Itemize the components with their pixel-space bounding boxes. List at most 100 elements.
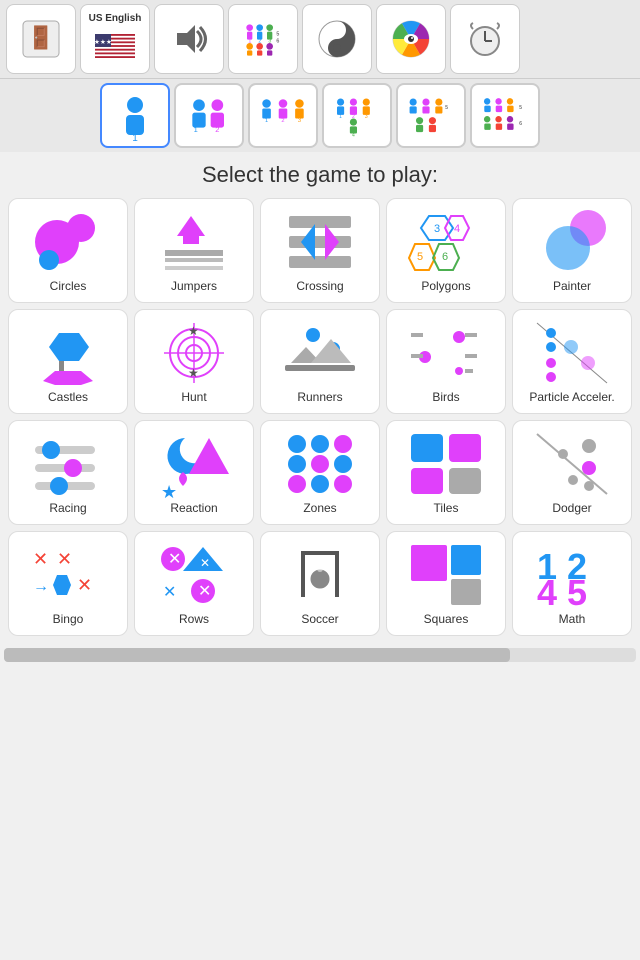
game-circles[interactable]: Circles	[8, 198, 128, 303]
dodger-icon	[532, 429, 612, 499]
svg-text:6: 6	[442, 251, 448, 263]
castles-label: Castles	[48, 390, 88, 404]
dodger-label: Dodger	[552, 501, 591, 515]
player-1234-button[interactable]: 1 2 3 4	[322, 83, 392, 148]
svg-text:1: 1	[339, 113, 342, 119]
svg-text:6: 6	[276, 38, 279, 44]
svg-text:✕: ✕	[168, 551, 181, 568]
scrollbar[interactable]	[4, 648, 636, 662]
game-runners[interactable]: Runners	[260, 309, 380, 414]
circles-label: Circles	[50, 279, 87, 293]
language-button[interactable]: US English ★★★	[80, 4, 150, 74]
racing-label: Racing	[49, 501, 86, 515]
language-text: US English	[89, 13, 142, 24]
sound-button[interactable]	[154, 4, 224, 74]
game-crossing[interactable]: Crossing	[260, 198, 380, 303]
player-123-button[interactable]: 1 2 3	[248, 83, 318, 148]
toolbar: 🚪 US English ★★★ 1	[0, 0, 640, 79]
game-squares[interactable]: Squares	[386, 531, 506, 636]
birds-icon	[406, 318, 486, 388]
reaction-icon: ★	[154, 429, 234, 499]
svg-text:3: 3	[365, 113, 368, 119]
particle-label: Particle Acceler.	[529, 390, 614, 404]
game-painter[interactable]: Painter	[512, 198, 632, 303]
tiles-icon	[406, 429, 486, 499]
game-zones[interactable]: Zones	[260, 420, 380, 525]
svg-text:✕: ✕	[200, 556, 210, 570]
jumpers-icon	[154, 207, 234, 277]
player-12-button[interactable]: 1 2	[174, 83, 244, 148]
circles-icon	[28, 207, 108, 277]
game-castles[interactable]: Castles	[8, 309, 128, 414]
jumpers-label: Jumpers	[171, 279, 217, 293]
svg-text:4 5: 4 5	[537, 572, 587, 609]
svg-text:5: 5	[276, 32, 279, 38]
game-birds[interactable]: Birds	[386, 309, 506, 414]
player-123456-button[interactable]: 5 6	[470, 83, 540, 148]
svg-text:5: 5	[519, 105, 522, 111]
game-tiles[interactable]: Tiles	[386, 420, 506, 525]
svg-text:→: →	[33, 578, 49, 595]
svg-text:★: ★	[161, 482, 177, 498]
alarm-button[interactable]	[450, 4, 520, 74]
svg-text:1: 1	[265, 118, 268, 124]
zones-icon	[280, 429, 360, 499]
zones-label: Zones	[303, 501, 336, 515]
squares-label: Squares	[424, 612, 469, 626]
soccer-icon	[280, 540, 360, 610]
game-math[interactable]: 1 2 4 5 Math	[512, 531, 632, 636]
svg-text:★: ★	[188, 324, 199, 338]
player-count-row: 1 1 2 1 2 3 1 2 3	[0, 79, 640, 152]
math-label: Math	[559, 612, 586, 626]
game-hunt[interactable]: ★ ★ Hunt	[134, 309, 254, 414]
bingo-label: Bingo	[53, 612, 84, 626]
exit-button[interactable]: 🚪	[6, 4, 76, 74]
polygons-label: Polygons	[421, 279, 470, 293]
player-12345-button[interactable]: 5	[396, 83, 466, 148]
game-soccer[interactable]: Soccer	[260, 531, 380, 636]
math-icon: 1 2 4 5	[532, 540, 612, 610]
svg-text:5: 5	[445, 105, 448, 111]
game-polygons[interactable]: 3 4 5 6 Polygons	[386, 198, 506, 303]
particle-icon	[532, 318, 612, 388]
color-wheel-button[interactable]	[376, 4, 446, 74]
game-particle[interactable]: Particle Acceler.	[512, 309, 632, 414]
game-racing[interactable]: Racing	[8, 420, 128, 525]
painter-icon	[532, 207, 612, 277]
svg-text:★: ★	[188, 366, 199, 380]
svg-text:4: 4	[454, 223, 460, 235]
castles-icon	[28, 318, 108, 388]
svg-text:✕: ✕	[163, 584, 176, 601]
yin-yang-button[interactable]	[302, 4, 372, 74]
player-1-button[interactable]: 1	[100, 83, 170, 148]
scrollbar-thumb	[4, 648, 510, 662]
players-icon-button[interactable]: 1 2 3 5 6	[228, 4, 298, 74]
polygons-icon: 3 4 5 6	[406, 207, 486, 277]
svg-text:6: 6	[519, 120, 522, 126]
runners-label: Runners	[297, 390, 342, 404]
svg-text:1: 1	[132, 133, 138, 141]
game-dodger[interactable]: Dodger	[512, 420, 632, 525]
svg-text:3: 3	[298, 118, 301, 124]
game-reaction[interactable]: ★ Reaction	[134, 420, 254, 525]
svg-text:5: 5	[417, 251, 423, 263]
hunt-label: Hunt	[181, 390, 206, 404]
runners-icon	[280, 318, 360, 388]
game-rows[interactable]: ✕ ✕ ✕ ✕ Rows	[134, 531, 254, 636]
svg-text:✕: ✕	[77, 575, 92, 595]
game-jumpers[interactable]: Jumpers	[134, 198, 254, 303]
racing-icon	[28, 429, 108, 499]
svg-text:🚪: 🚪	[27, 25, 54, 50]
reaction-label: Reaction	[170, 501, 217, 515]
svg-text:3: 3	[434, 223, 440, 235]
birds-label: Birds	[432, 390, 459, 404]
svg-text:2: 2	[215, 124, 219, 133]
svg-text:★★★: ★★★	[95, 38, 112, 46]
rows-label: Rows	[179, 612, 209, 626]
section-title: Select the game to play:	[0, 152, 640, 194]
squares-icon	[406, 540, 486, 610]
game-bingo[interactable]: ✕ ✕ → ✕ Bingo	[8, 531, 128, 636]
svg-text:✕: ✕	[33, 549, 48, 569]
svg-text:1: 1	[194, 124, 198, 133]
svg-text:2: 2	[281, 118, 284, 124]
